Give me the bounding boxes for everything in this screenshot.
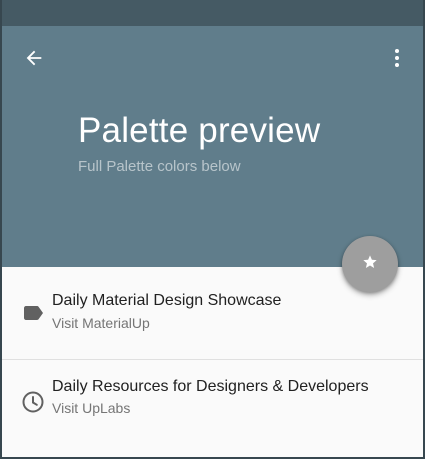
list-item-uplabs[interactable]: Daily Resources for Designers & Develope…	[2, 359, 423, 452]
list-item-title: Daily Resources for Designers & Develope…	[52, 378, 369, 395]
clock-icon	[20, 356, 46, 448]
page-subtitle: Full Palette colors below	[78, 158, 241, 175]
back-button[interactable]	[20, 46, 48, 74]
list-item-subtitle: Visit MaterialUp	[52, 315, 150, 331]
status-bar	[2, 0, 423, 26]
favorite-fab-button[interactable]	[342, 236, 398, 292]
more-options-button[interactable]	[383, 46, 411, 74]
page-title: Palette preview	[78, 111, 321, 150]
list-item-title: Daily Material Design Showcase	[52, 292, 282, 309]
star-icon	[362, 254, 378, 275]
arrow-back-icon	[23, 47, 45, 74]
app-window: Palette preview Full Palette colors belo…	[2, 0, 423, 457]
list-item-subtitle: Visit UpLabs	[52, 400, 131, 416]
more-vert-icon	[385, 46, 409, 75]
label-icon	[20, 267, 46, 359]
app-bar: Palette preview Full Palette colors belo…	[2, 26, 423, 267]
link-list: Daily Material Design Showcase Visit Mat…	[2, 267, 423, 452]
